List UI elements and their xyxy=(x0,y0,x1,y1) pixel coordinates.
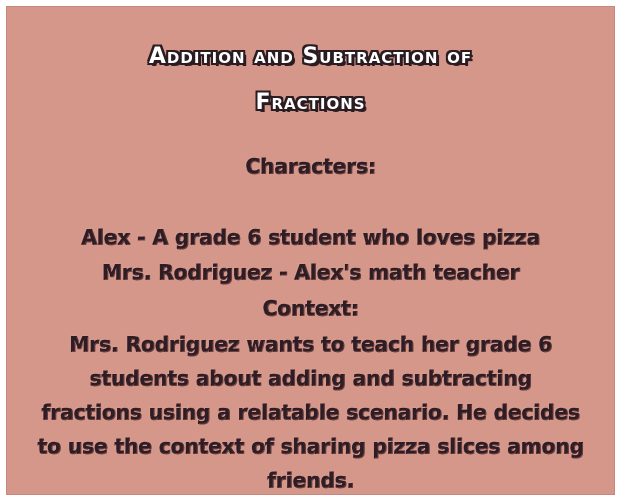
character-alex: Alex - A grade 6 student who loves pizza xyxy=(81,225,540,249)
document-card: Addition and Subtraction of Fractions Ch… xyxy=(7,7,614,494)
character-mrs-rodriguez: Mrs. Rodriguez - Alex's math teacher xyxy=(101,260,520,284)
context-heading: Context: xyxy=(262,296,359,320)
characters-heading: Characters: xyxy=(245,154,376,178)
context-paragraph: Mrs. Rodriguez wants to teach her grade … xyxy=(37,332,584,492)
document-title-line-1: Addition and Subtraction of xyxy=(148,44,473,69)
document-title-line-2: Fractions xyxy=(255,90,366,115)
